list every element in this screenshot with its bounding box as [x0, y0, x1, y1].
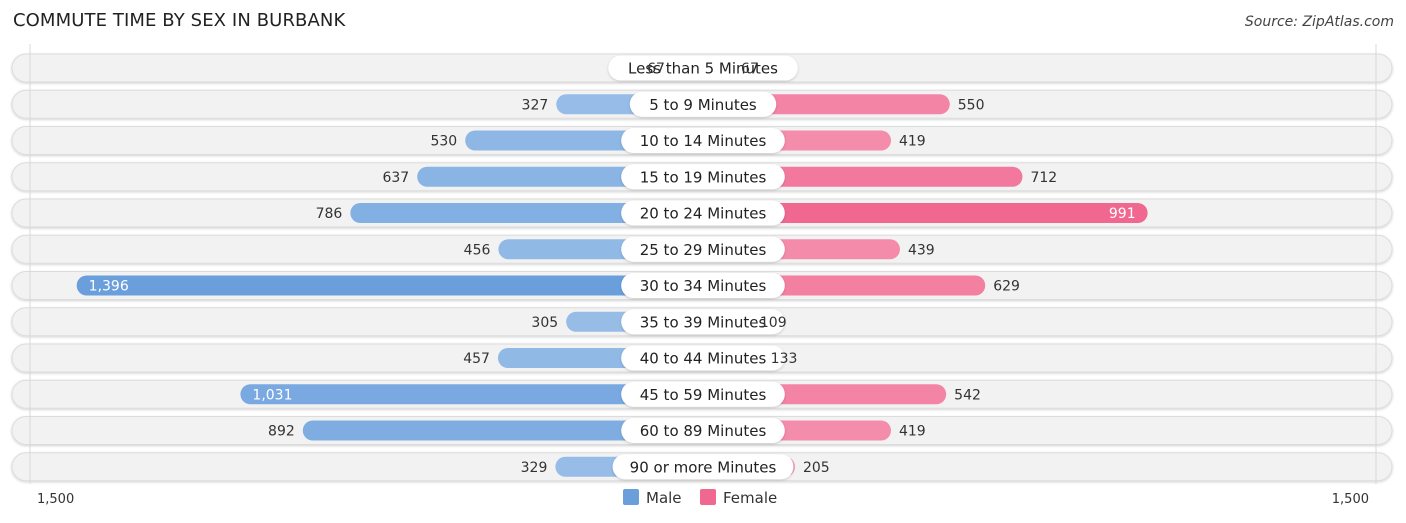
category-label: 5 to 9 Minutes	[649, 96, 757, 114]
value-label-male: 329	[521, 460, 548, 476]
legend-label-female: Female	[723, 489, 777, 507]
category-label: 10 to 14 Minutes	[640, 132, 767, 150]
value-label-female: 133	[771, 351, 798, 367]
value-label-female: 712	[1030, 170, 1057, 186]
row-0: Less than 5 Minutes67 67	[11, 53, 1393, 83]
chart: Less than 5 Minutes67 675 to 9 Minutes327…	[11, 44, 1393, 507]
category-label: 15 to 19 Minutes	[640, 168, 767, 186]
category-label: 40 to 44 Minutes	[640, 350, 767, 368]
legend-label-male: Male	[646, 489, 682, 507]
value-label-male: 786	[316, 206, 343, 222]
value-label-female: 991	[1109, 206, 1136, 222]
value-label-female: 67	[741, 61, 759, 77]
row-6: 30 to 34 Minutes 1,396 629	[11, 271, 1393, 300]
value-label-male: 892	[268, 424, 295, 440]
row-7: 35 to 39 Minutes 305 109	[11, 307, 1393, 337]
axis-label-left: 1,500	[37, 492, 74, 507]
value-label-female: 419	[899, 134, 926, 150]
row-1: 5 to 9 Minutes 327 550	[11, 89, 1393, 119]
value-label-female: 542	[954, 387, 981, 403]
value-label-female: 419	[899, 424, 926, 440]
value-label-male: 456	[464, 242, 491, 258]
category-label: 90 or more Minutes	[630, 458, 777, 476]
value-label-female: 629	[993, 279, 1020, 295]
row-9: 45 to 59 Minutes 1,031 542	[11, 379, 1393, 409]
value-label-female: 439	[908, 242, 935, 258]
category-label: 25 to 29 Minutes	[640, 241, 767, 259]
value-label-male: 637	[382, 170, 409, 186]
value-label-female: 205	[803, 460, 830, 476]
row-2: 10 to 14 Minutes 530 419	[11, 126, 1393, 155]
row-3: 15 to 19 Minutes 637 712	[11, 162, 1393, 192]
legend-item-female[interactable]: Female	[700, 489, 777, 507]
row-8: 40 to 44 Minutes 457 133	[11, 343, 1393, 373]
category-label: 20 to 24 Minutes	[640, 205, 767, 223]
value-label-male: 327	[522, 97, 549, 113]
value-label-female: 109	[760, 315, 787, 331]
row-10: 60 to 89 Minutes 892 419	[11, 416, 1393, 445]
value-label-male: 1,396	[89, 279, 129, 295]
value-label-male: 1,031	[252, 387, 292, 403]
row-5: 25 to 29 Minutes 456 439	[11, 234, 1393, 264]
category-label: 35 to 39 Minutes	[640, 313, 767, 331]
legend-swatch-male	[623, 489, 639, 505]
value-label-male: 457	[463, 351, 490, 367]
value-label-male: 305	[531, 315, 558, 331]
bar-male[interactable]	[76, 275, 718, 296]
category-label: 30 to 34 Minutes	[640, 277, 767, 295]
legend-swatch-female	[700, 489, 716, 505]
legend-item-male[interactable]: Male	[623, 489, 682, 507]
value-label-female: 550	[958, 97, 985, 113]
axis-label-right: 1,500	[1332, 492, 1369, 507]
value-label-male: 530	[430, 134, 457, 150]
value-label-male: 67	[647, 61, 665, 77]
category-label: 60 to 89 Minutes	[640, 422, 767, 440]
row-11: 90 or more Minutes 329 205	[11, 452, 1393, 482]
category-label: 45 to 59 Minutes	[640, 386, 767, 404]
row-4: 20 to 24 Minutes 786 991	[11, 198, 1393, 228]
